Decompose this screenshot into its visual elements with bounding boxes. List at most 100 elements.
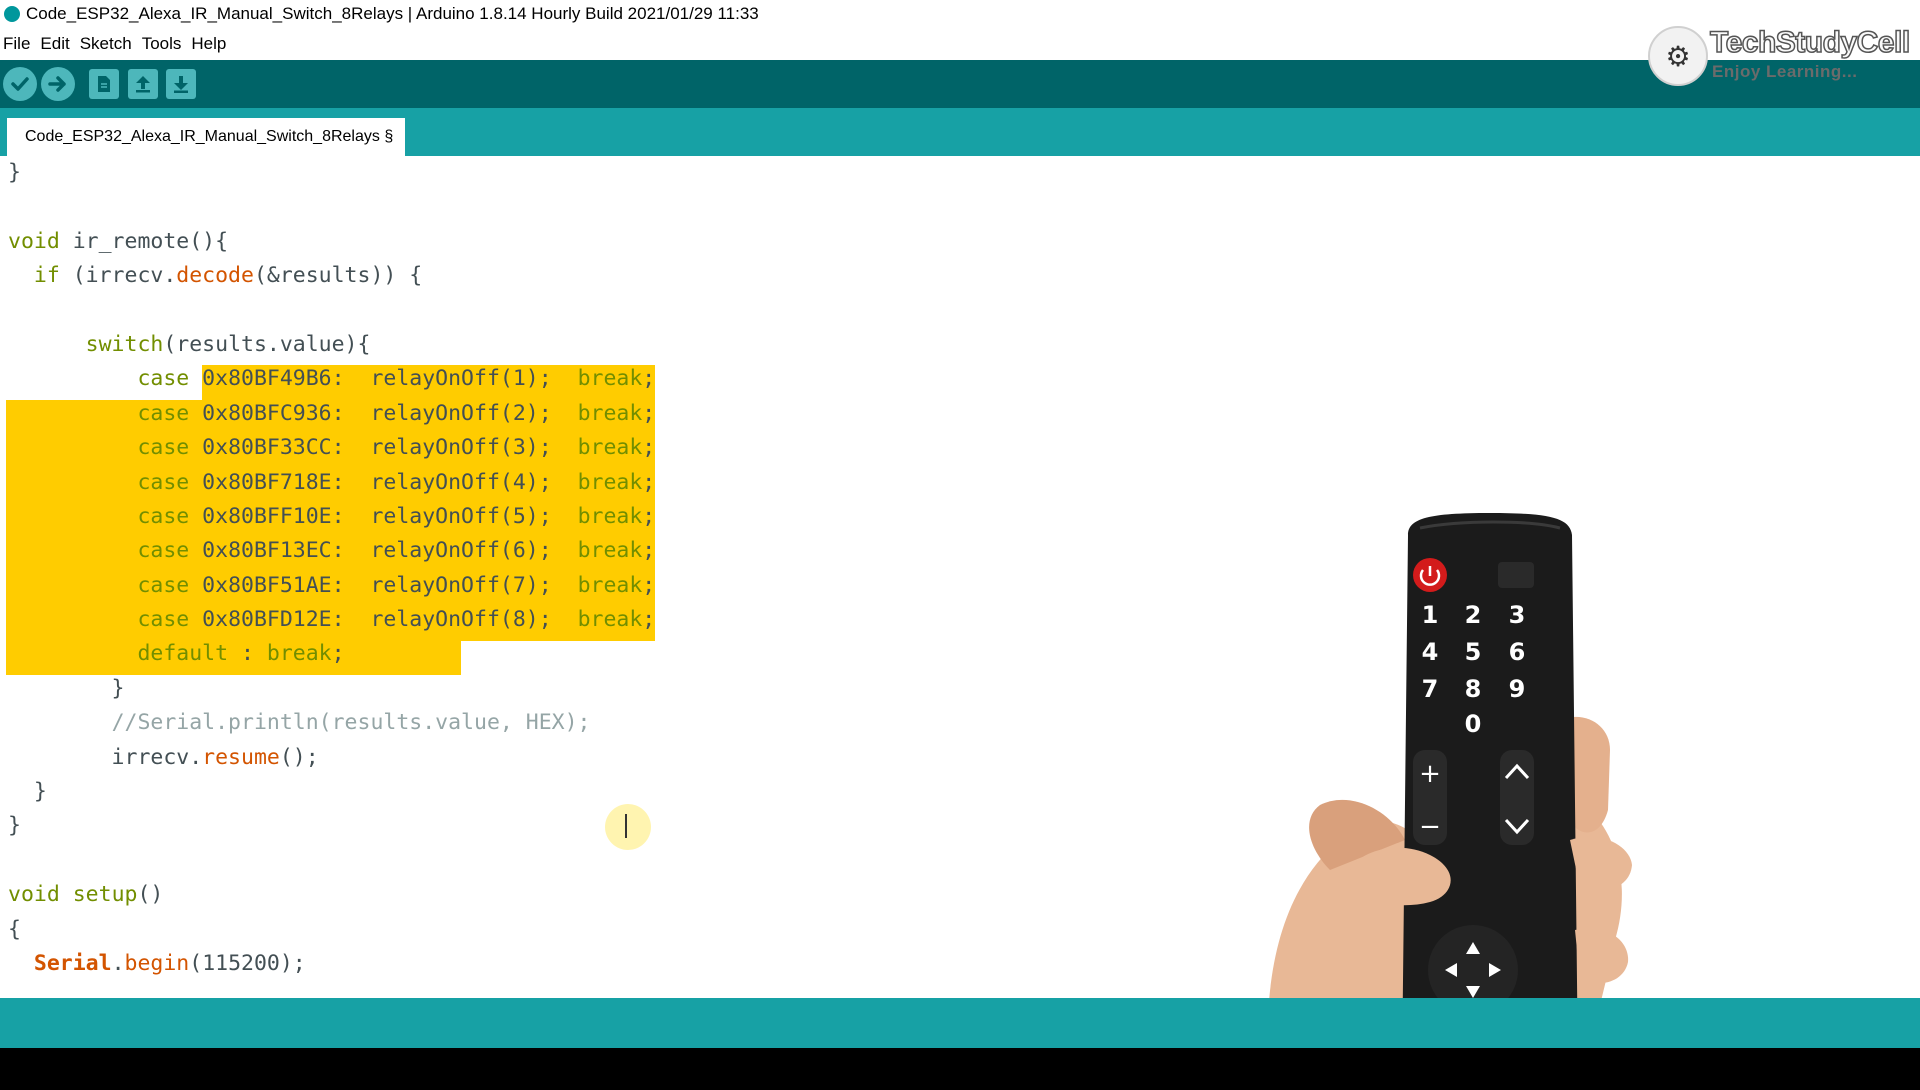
svg-text:0: 0	[1465, 710, 1482, 738]
techstudycell-logo: ⚙ TechStudyCell Enjoy Learning...	[1648, 24, 1920, 86]
code-token: (115200);	[189, 950, 306, 976]
menu-sketch[interactable]: Sketch	[80, 34, 132, 54]
code-token: ir_remote(){	[59, 228, 229, 254]
code-token: 0x80BF49B6: relayOnOff(1);	[189, 366, 578, 392]
code-token: }	[8, 813, 21, 839]
code-token: ;	[642, 366, 656, 392]
code-line[interactable]: void setup()	[8, 878, 655, 912]
code-text[interactable]: } void ir_remote(){ if (irrecv.decode(&r…	[8, 156, 655, 981]
code-line[interactable]: case 0x80BFC936: relayOnOff(2); break;	[8, 397, 655, 431]
code-line[interactable]: void ir_remote(){	[8, 225, 655, 259]
i-beam-cursor-icon	[605, 804, 651, 850]
code-token: .	[111, 950, 125, 976]
code-token: case	[137, 572, 190, 598]
code-line[interactable]	[8, 190, 655, 224]
code-line[interactable]: case 0x80BF718E: relayOnOff(4); break;	[8, 466, 655, 500]
code-token: setup	[72, 882, 138, 908]
svg-text:2: 2	[1465, 601, 1482, 629]
code-line[interactable]: }	[8, 672, 655, 706]
console-panel	[0, 1048, 1920, 1090]
svg-text:−: −	[1419, 812, 1441, 842]
svg-text:6: 6	[1509, 638, 1526, 666]
logo-name: TechStudyCell	[1709, 25, 1911, 60]
tab-sketch[interactable]: Code_ESP32_Alexa_IR_Manual_Switch_8Relay…	[7, 118, 406, 156]
code-token: 0x80BF33CC: relayOnOff(3);	[189, 435, 578, 461]
code-token: ();	[279, 744, 319, 770]
code-token: switch	[85, 331, 164, 357]
code-token: 0x80BFC936: relayOnOff(2);	[189, 400, 578, 426]
code-token: //Serial.println(results.value, HEX);	[111, 710, 591, 736]
code-line[interactable]: case 0x80BFD12E: relayOnOff(8); break;	[8, 603, 655, 637]
open-icon	[136, 76, 150, 93]
window-title: Code_ESP32_Alexa_IR_Manual_Switch_8Relay…	[26, 4, 759, 23]
menu-help[interactable]: Help	[191, 34, 226, 54]
code-token: ;	[642, 400, 656, 426]
code-token: }	[8, 160, 21, 185]
code-token: break	[266, 641, 332, 667]
menu-tools[interactable]: Tools	[142, 34, 182, 54]
code-line[interactable]: switch(results.value){	[8, 328, 655, 362]
tab-label: Code_ESP32_Alexa_IR_Manual_Switch_8Relay…	[25, 128, 394, 145]
code-token: }	[8, 675, 125, 701]
menu-edit[interactable]: Edit	[40, 34, 69, 54]
code-line[interactable]: case 0x80BFF10E: relayOnOff(5); break;	[8, 500, 655, 534]
code-token: break	[577, 469, 643, 495]
code-line[interactable]	[8, 844, 655, 878]
code-token: break	[577, 503, 643, 529]
code-token: case	[137, 503, 190, 529]
code-line[interactable]: default : break;	[8, 637, 655, 671]
svg-text:7: 7	[1422, 675, 1439, 703]
code-token: 0x80BF13EC: relayOnOff(6);	[189, 538, 578, 564]
code-line[interactable]: case 0x80BF33CC: relayOnOff(3); break;	[8, 431, 655, 465]
code-token: :	[228, 641, 267, 667]
upload-button[interactable]	[41, 67, 75, 101]
code-line[interactable]: }	[8, 809, 655, 843]
code-line[interactable]: //Serial.println(results.value, HEX);	[8, 706, 655, 740]
open-button[interactable]	[128, 69, 158, 99]
arduino-icon	[4, 6, 20, 22]
menu-file[interactable]: File	[3, 34, 30, 54]
code-token: 0x80BFD12E: relayOnOff(8);	[189, 607, 578, 633]
code-token: ;	[642, 503, 656, 529]
code-token: case	[137, 469, 190, 495]
code-token: (irrecv.	[59, 263, 177, 289]
save-icon	[174, 76, 188, 93]
code-line[interactable]: case 0x80BF13EC: relayOnOff(6); break;	[8, 534, 655, 568]
verify-button[interactable]	[3, 67, 37, 101]
code-token: case	[137, 366, 190, 392]
title-bar: Code_ESP32_Alexa_IR_Manual_Switch_8Relay…	[0, 0, 1920, 28]
code-line[interactable]: if (irrecv.decode(&results)) {	[8, 259, 655, 293]
code-token: decode	[176, 263, 254, 289]
code-line[interactable]: case 0x80BF49B6: relayOnOff(1); break;	[8, 362, 655, 396]
svg-text:5: 5	[1465, 638, 1482, 666]
code-token: break	[577, 435, 643, 461]
new-sketch-button[interactable]	[89, 69, 119, 99]
code-token: case	[137, 538, 190, 564]
code-line[interactable]: }	[8, 775, 655, 809]
code-line[interactable]: }	[8, 156, 655, 190]
code-token: ;	[331, 641, 345, 667]
code-line[interactable]: case 0x80BF51AE: relayOnOff(7); break;	[8, 569, 655, 603]
code-token: ;	[642, 435, 656, 461]
code-line[interactable]: irrecv.resume();	[8, 741, 655, 775]
code-token: begin	[124, 950, 190, 976]
status-bar	[0, 998, 1920, 1048]
svg-text:9: 9	[1509, 675, 1526, 703]
code-token: (results.value){	[163, 331, 371, 357]
code-line[interactable]	[8, 294, 655, 328]
code-line[interactable]: {	[8, 913, 655, 947]
code-line[interactable]: Serial.begin(115200);	[8, 947, 655, 981]
save-button[interactable]	[166, 69, 196, 99]
code-token: void	[8, 882, 60, 908]
code-token: 0x80BF51AE: relayOnOff(7);	[189, 572, 578, 598]
new-icon	[98, 76, 110, 92]
